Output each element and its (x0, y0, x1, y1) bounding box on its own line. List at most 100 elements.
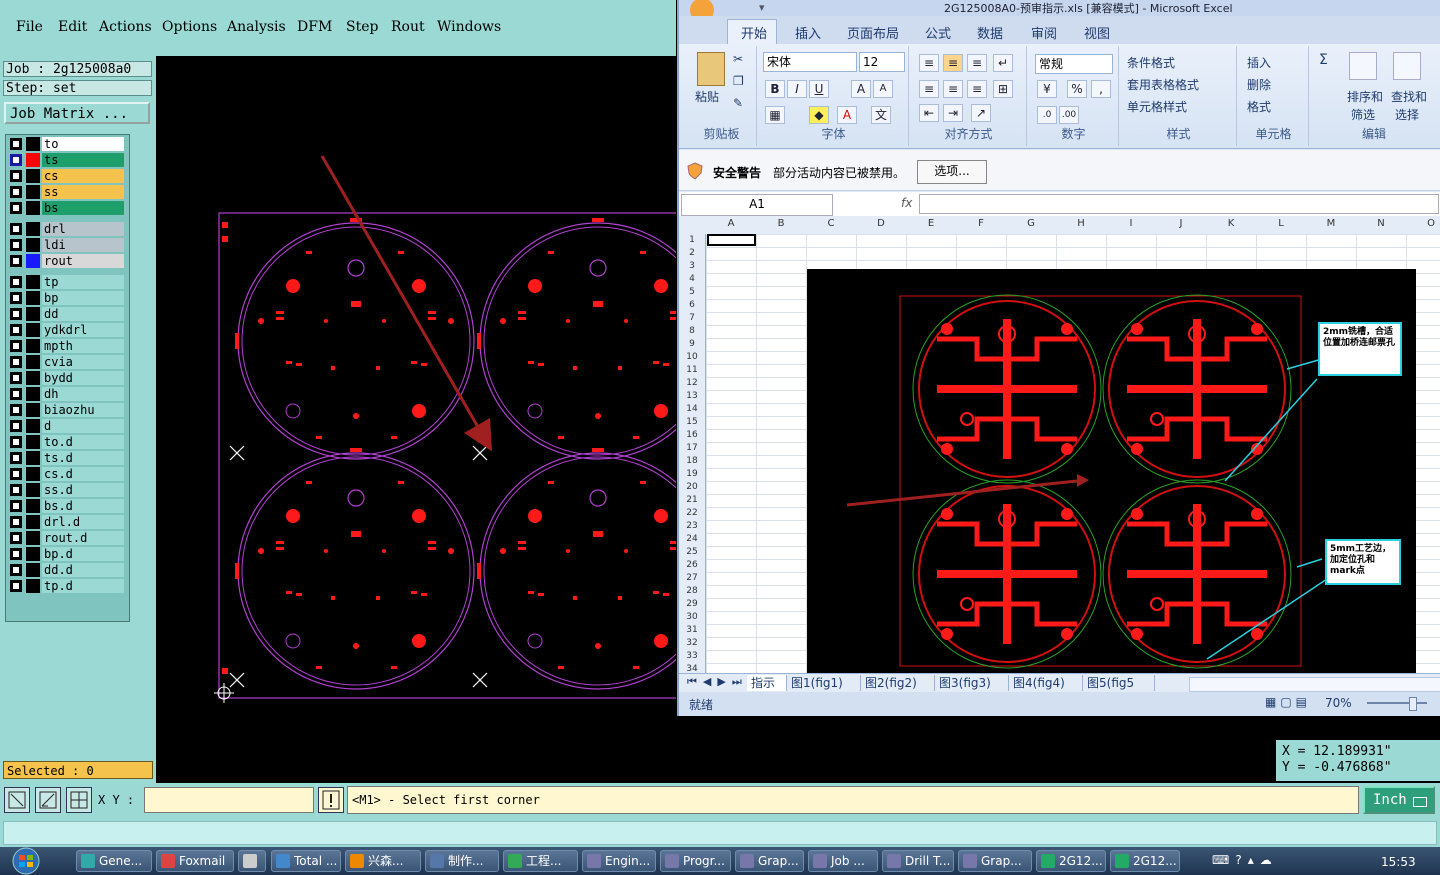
column-header[interactable]: M (1306, 218, 1356, 229)
row-header[interactable]: 27 (679, 573, 705, 583)
layer-checkbox[interactable] (10, 484, 22, 496)
sheet-tab[interactable]: 图5(fig5 (1083, 675, 1155, 691)
align-top-icon[interactable]: ≡ (919, 54, 939, 72)
align-left-icon[interactable]: ≡ (919, 80, 939, 98)
column-header[interactable]: O (1406, 218, 1440, 229)
borders-icon[interactable]: ▦ (765, 106, 785, 124)
layer-color-swatch[interactable] (26, 238, 40, 252)
layer-checkbox[interactable] (10, 340, 22, 352)
view-buttons-icon[interactable]: ▦▢▤ (1265, 695, 1311, 709)
layer-color-swatch[interactable] (26, 153, 40, 167)
wrap-text-icon[interactable]: ↵ (993, 54, 1013, 72)
layer-name[interactable]: bp.d (42, 547, 124, 561)
name-box[interactable]: A1 (681, 194, 833, 216)
layer-name[interactable]: drl (42, 222, 124, 236)
layer-row-ts-d[interactable]: ts.d (8, 451, 126, 465)
row-header[interactable]: 16 (679, 430, 705, 440)
taskbar-item[interactable]: 2G12... (1110, 850, 1180, 872)
delete-cells-button[interactable]: 删除 (1247, 76, 1271, 93)
row-header[interactable]: 4 (679, 274, 705, 284)
taskbar-item[interactable]: 制作... (425, 850, 499, 872)
fx-icon[interactable]: fx (901, 196, 912, 210)
row-header[interactable]: 10 (679, 352, 705, 362)
layer-name[interactable]: ydkdrl (42, 323, 124, 337)
menu-windows[interactable]: Windows (437, 19, 501, 35)
zoom-level[interactable]: 70% (1325, 696, 1352, 710)
increase-indent-icon[interactable]: ⇥ (943, 104, 963, 122)
layer-name[interactable]: ts.d (42, 451, 124, 465)
job-matrix-button[interactable]: Job Matrix ... (4, 102, 150, 124)
menu-analysis[interactable]: Analysis (227, 19, 286, 35)
office-button-icon[interactable] (687, 0, 717, 16)
row-header[interactable]: 22 (679, 508, 705, 518)
embedded-pcb-image[interactable]: 2mm铣槽，合适位置加桥连邮票孔 5mm工艺边，加定位孔和mark点 (807, 269, 1416, 673)
taskbar-item[interactable]: Foxmail (156, 850, 234, 872)
row-header[interactable]: 29 (679, 599, 705, 609)
start-button-icon[interactable] (6, 847, 46, 875)
italic-icon[interactable]: I (787, 80, 807, 98)
menu-step[interactable]: Step (346, 19, 378, 35)
layer-name[interactable]: bp (42, 291, 124, 305)
layer-row-rout-d[interactable]: rout.d (8, 531, 126, 545)
row-header[interactable]: 24 (679, 534, 705, 544)
layer-name[interactable]: rout (42, 254, 124, 268)
layer-color-swatch[interactable] (26, 307, 40, 321)
sheet-tab[interactable]: 图2(fig2) (861, 675, 935, 691)
zoom-window-icon[interactable] (4, 787, 30, 813)
column-header[interactable]: B (756, 218, 806, 229)
row-header[interactable]: 30 (679, 612, 705, 622)
layer-name[interactable]: d (42, 419, 124, 433)
sheet-tab[interactable]: 图3(fig3) (935, 675, 1009, 691)
layer-color-swatch[interactable] (26, 483, 40, 497)
row-header[interactable]: 14 (679, 404, 705, 414)
layer-checkbox[interactable] (10, 276, 22, 288)
layer-color-swatch[interactable] (26, 451, 40, 465)
layer-row-ts[interactable]: ts (8, 153, 126, 167)
row-header[interactable]: 11 (679, 365, 705, 375)
grow-font-icon[interactable]: A (851, 80, 871, 98)
layer-checkbox[interactable] (10, 564, 22, 576)
layer-row-ydkdrl[interactable]: ydkdrl (8, 323, 126, 337)
layer-checkbox[interactable] (10, 239, 22, 251)
row-header[interactable]: 32 (679, 638, 705, 648)
layer-row-bydd[interactable]: bydd (8, 371, 126, 385)
find-select-label-2[interactable]: 选择 (1395, 106, 1419, 123)
layer-checkbox[interactable] (10, 186, 22, 198)
measure-icon[interactable] (35, 787, 61, 813)
layer-name[interactable]: ldi (42, 238, 124, 252)
column-header[interactable]: I (1106, 218, 1156, 229)
format-painter-icon[interactable]: ✎ (733, 96, 743, 110)
taskbar-item[interactable]: 工程... (503, 850, 578, 872)
taskbar-item[interactable] (238, 850, 266, 872)
layer-row-d[interactable]: d (8, 419, 126, 433)
layer-name[interactable]: biaozhu (42, 403, 124, 417)
layer-checkbox[interactable] (10, 324, 22, 336)
layer-row-dh[interactable]: dh (8, 387, 126, 401)
column-header[interactable]: J (1156, 218, 1206, 229)
layer-row-rout[interactable]: rout (8, 254, 126, 268)
menu-dfm[interactable]: DFM (297, 19, 332, 35)
taskbar-item[interactable]: Grap... (958, 850, 1032, 872)
layer-checkbox[interactable] (10, 223, 22, 235)
column-header[interactable]: N (1356, 218, 1406, 229)
active-cell[interactable] (707, 234, 756, 246)
currency-icon[interactable]: ¥ (1037, 80, 1057, 98)
font-color-icon[interactable]: A (837, 106, 857, 124)
decrease-indent-icon[interactable]: ⇤ (919, 104, 939, 122)
cell-style-button[interactable]: 单元格样式 (1127, 98, 1187, 115)
align-center-icon[interactable]: ≡ (943, 80, 963, 98)
layer-row-mpth[interactable]: mpth (8, 339, 126, 353)
layer-name[interactable]: bs.d (42, 499, 124, 513)
layer-name[interactable]: ss (42, 185, 124, 199)
layer-row-bs-d[interactable]: bs.d (8, 499, 126, 513)
row-header[interactable]: 18 (679, 456, 705, 466)
alert-icon[interactable] (318, 787, 344, 813)
decrease-decimal-icon[interactable]: .00 (1059, 106, 1079, 124)
layer-name[interactable]: ss.d (42, 483, 124, 497)
layer-row-ss-d[interactable]: ss.d (8, 483, 126, 497)
row-header[interactable]: 19 (679, 469, 705, 479)
row-header[interactable]: 6 (679, 300, 705, 310)
layer-row-dd-d[interactable]: dd.d (8, 563, 126, 577)
paste-button[interactable]: 粘贴 (695, 88, 719, 105)
increase-decimal-icon[interactable]: .0 (1037, 106, 1057, 124)
